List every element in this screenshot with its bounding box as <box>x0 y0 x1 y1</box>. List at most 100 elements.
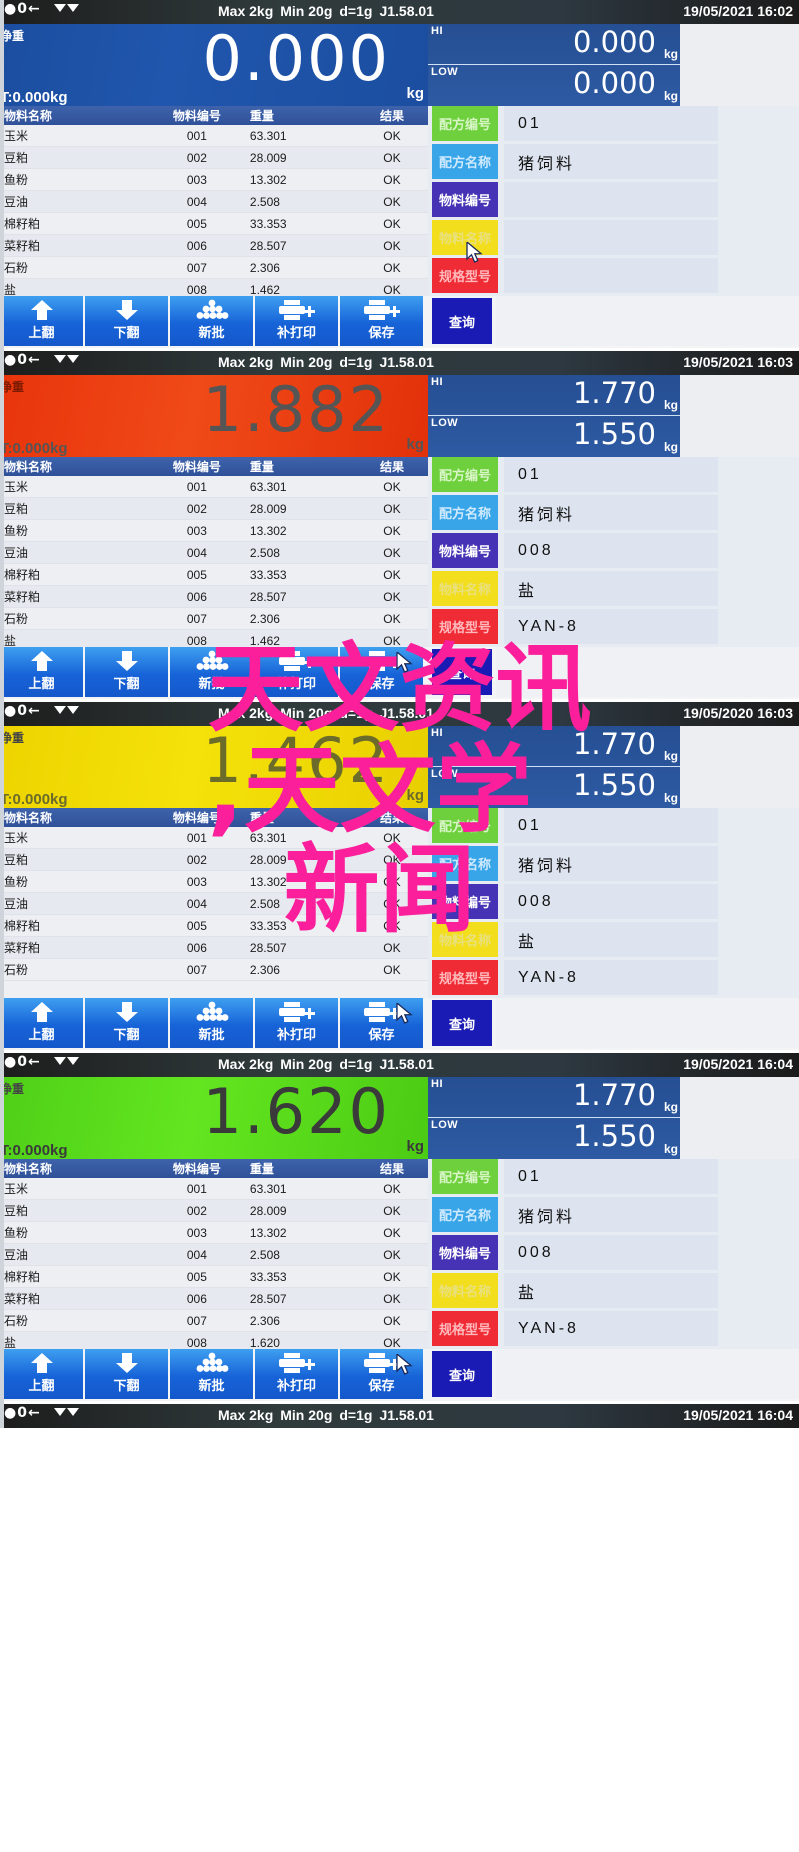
table-row[interactable]: 石粉 007 2.306 OK <box>0 1309 428 1332</box>
new-batch-button[interactable]: 新批 <box>170 647 255 697</box>
table-row[interactable]: 玉米 001 63.301 OK <box>0 827 428 849</box>
field-value-material-name[interactable]: 盐 <box>504 922 718 957</box>
table-row[interactable]: 棉籽粕 005 33.353 OK <box>0 914 428 937</box>
page-down-button[interactable]: 下翻 <box>85 998 170 1048</box>
cell-material-no: 007 <box>143 607 250 630</box>
table-row[interactable]: 鱼粉 003 13.302 OK <box>0 168 428 191</box>
table-row[interactable]: 石粉 007 2.306 OK <box>0 256 428 279</box>
page-up-button[interactable]: 上翻 <box>0 998 85 1048</box>
field-key-material-name[interactable]: 物料名称 <box>432 1273 498 1308</box>
field-value-material-name[interactable]: 盐 <box>504 1273 718 1308</box>
page-down-button[interactable]: 下翻 <box>85 296 170 346</box>
save-button[interactable]: 保存 <box>340 1349 425 1399</box>
table-row[interactable]: 鱼粉 003 13.302 OK <box>0 870 428 893</box>
field-key-recipe-no[interactable]: 配方编号 <box>432 1159 498 1194</box>
table-row[interactable]: 鱼粉 003 13.302 OK <box>0 1221 428 1244</box>
table-row[interactable]: 棉籽粕 005 33.353 OK <box>0 1265 428 1288</box>
field-value-recipe-no[interactable]: 01 <box>504 457 718 492</box>
table-row[interactable]: 玉米 001 63.301 OK <box>0 476 428 498</box>
query-button[interactable]: 查询 <box>432 1000 492 1046</box>
save-button[interactable]: 保存 <box>340 647 425 697</box>
panel-right-filler <box>680 24 799 106</box>
field-key-material-name[interactable]: 物料名称 <box>432 571 498 606</box>
field-value-spec-model[interactable] <box>504 258 718 293</box>
table-row[interactable]: 菜籽粕 006 28.507 OK <box>0 936 428 959</box>
field-value-material-name[interactable]: 盐 <box>504 571 718 606</box>
svg-text:●0←: ●0← <box>4 1 41 15</box>
table-row[interactable]: 豆粕 002 28.009 OK <box>0 1199 428 1222</box>
cell-material-name: 菜籽粕 <box>0 585 144 608</box>
page-down-button[interactable]: 下翻 <box>85 1349 170 1399</box>
field-value-recipe-no[interactable]: 01 <box>504 106 718 141</box>
page-up-button[interactable]: 上翻 <box>0 1349 85 1399</box>
field-value-material-name[interactable] <box>504 220 718 255</box>
field-key-material-no[interactable]: 物料编号 <box>432 182 498 217</box>
field-key-recipe-name[interactable]: 配方名称 <box>432 846 498 881</box>
table-row[interactable]: 豆油 004 2.508 OK <box>0 1243 428 1266</box>
page-up-button[interactable]: 上翻 <box>0 647 85 697</box>
table-row[interactable]: 石粉 007 2.306 OK <box>0 958 428 981</box>
field-value-recipe-no[interactable]: 01 <box>504 808 718 843</box>
query-button[interactable]: 查询 <box>432 649 492 695</box>
table-row[interactable]: 棉籽粕 005 33.353 OK <box>0 212 428 235</box>
query-button[interactable]: 查询 <box>432 1351 492 1397</box>
field-key-spec-model[interactable]: 规格型号 <box>432 960 498 995</box>
field-key-recipe-no[interactable]: 配方编号 <box>432 106 498 141</box>
reprint-button[interactable]: 补打印 <box>255 647 340 697</box>
field-value-material-no[interactable]: 008 <box>504 1235 718 1270</box>
reprint-button[interactable]: 补打印 <box>255 296 340 346</box>
table-row[interactable]: 豆油 004 2.508 OK <box>0 541 428 564</box>
field-key-recipe-name[interactable]: 配方名称 <box>432 144 498 179</box>
table-row[interactable]: 豆油 004 2.508 OK <box>0 190 428 213</box>
field-key-material-name[interactable]: 物料名称 <box>432 220 498 263</box>
table-row[interactable]: 豆油 004 2.508 OK <box>0 892 428 915</box>
table-row[interactable]: 豆粕 002 28.009 OK <box>0 146 428 169</box>
table-row[interactable]: 鱼粉 003 13.302 OK <box>0 519 428 542</box>
field-value-recipe-no[interactable]: 01 <box>504 1159 718 1194</box>
field-value-recipe-name[interactable]: 猪饲料 <box>504 495 718 530</box>
col-header-weight: 重量 <box>249 457 356 476</box>
table-row[interactable]: 玉米 001 63.301 OK <box>0 1178 428 1200</box>
field-value-material-no[interactable]: 008 <box>504 884 718 919</box>
field-key-spec-model[interactable]: 规格型号 <box>432 609 498 644</box>
field-value-spec-model[interactable]: YAN-8 <box>504 1311 718 1346</box>
field-key-spec-model[interactable]: 规格型号 <box>432 1311 498 1346</box>
reprint-button[interactable]: 补打印 <box>255 998 340 1048</box>
field-key-spec-model[interactable]: 规格型号 <box>432 258 498 293</box>
field-key-recipe-no[interactable]: 配方编号 <box>432 457 498 492</box>
field-value-material-no[interactable] <box>504 182 718 217</box>
field-value-recipe-name[interactable]: 猪饲料 <box>504 846 718 881</box>
table-row[interactable]: 菜籽粕 006 28.507 OK <box>0 585 428 608</box>
new-batch-button[interactable]: 新批 <box>170 1349 255 1399</box>
field-value-material-no[interactable]: 008 <box>504 533 718 568</box>
table-row[interactable]: 菜籽粕 006 28.507 OK <box>0 234 428 257</box>
table-row[interactable]: 豆粕 002 28.009 OK <box>0 848 428 871</box>
new-batch-button[interactable]: 新批 <box>170 998 255 1048</box>
field-key-recipe-name[interactable]: 配方名称 <box>432 1197 498 1232</box>
reprint-button[interactable]: 补打印 <box>255 1349 340 1399</box>
field-value-spec-model[interactable]: YAN-8 <box>504 960 718 995</box>
field-key-material-no[interactable]: 物料编号 <box>432 884 498 919</box>
field-key-material-no[interactable]: 物料编号 <box>432 533 498 568</box>
field-key-material-no[interactable]: 物料编号 <box>432 1235 498 1270</box>
query-button[interactable]: 查询 <box>432 298 492 344</box>
table-row[interactable]: 石粉 007 2.306 OK <box>0 607 428 630</box>
save-button[interactable]: 保存 <box>340 998 425 1048</box>
field-key-material-name[interactable]: 物料名称 <box>432 922 498 957</box>
table-row[interactable]: 玉米 001 63.301 OK <box>0 125 428 147</box>
save-button[interactable]: 保存 <box>340 296 425 346</box>
cell-result: OK <box>355 1287 428 1310</box>
new-batch-button[interactable]: 新批 <box>170 296 255 346</box>
table-row[interactable]: 菜籽粕 006 28.507 OK <box>0 1287 428 1310</box>
primary-weight-display: 净重 1.462 kg T:0.000kg <box>0 726 428 808</box>
page-up-button[interactable]: 上翻 <box>0 296 85 346</box>
field-value-spec-model[interactable]: YAN-8 <box>504 609 718 644</box>
table-row[interactable]: 豆粕 002 28.009 OK <box>0 497 428 520</box>
field-value-recipe-name[interactable]: 猪饲料 <box>504 1197 718 1232</box>
field-value-recipe-name[interactable]: 猪饲料 <box>504 144 718 179</box>
field-key-recipe-name[interactable]: 配方名称 <box>432 495 498 530</box>
page-down-button[interactable]: 下翻 <box>85 647 170 697</box>
field-key-recipe-no[interactable]: 配方编号 <box>432 808 498 843</box>
table-row[interactable]: 棉籽粕 005 33.353 OK <box>0 563 428 586</box>
spec-division: d=1g <box>339 354 373 370</box>
